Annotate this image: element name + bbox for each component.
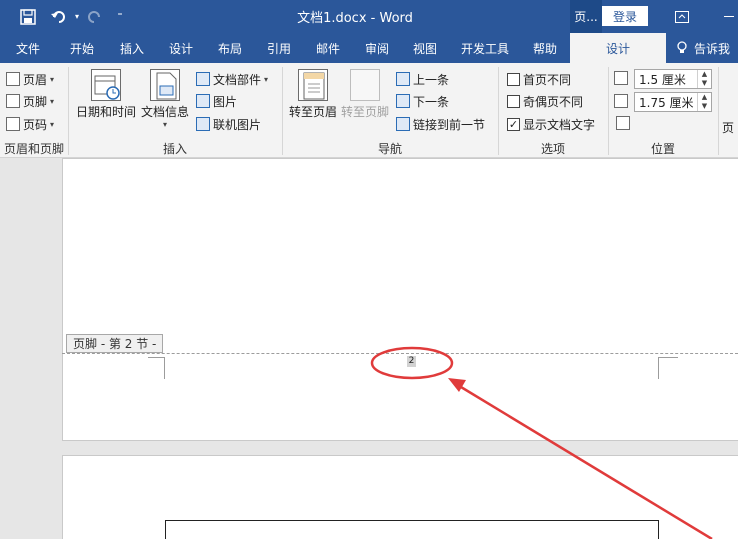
annotation-overlay [370,346,713,539]
highlight-circle [370,346,454,380]
annotation-arrow-line [455,382,713,539]
annotation-arrowhead [448,378,466,392]
